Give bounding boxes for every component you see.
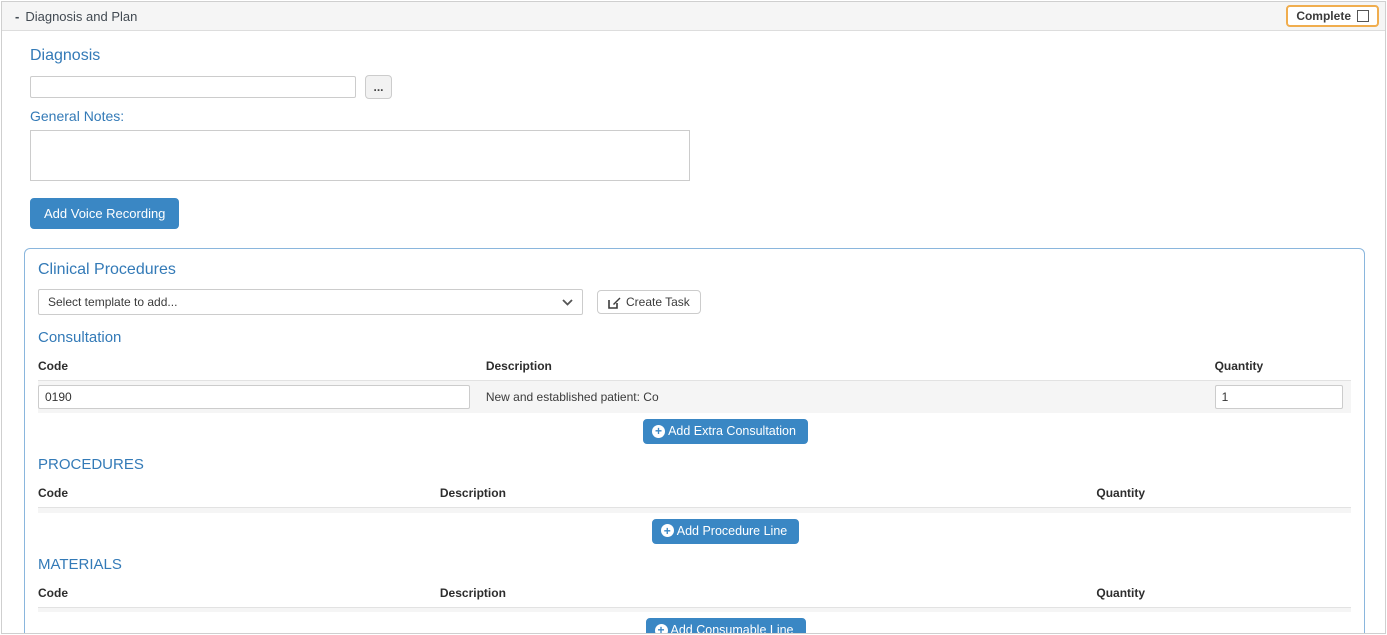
consultation-col-quantity: Quantity [1207, 356, 1351, 381]
diagnosis-lookup-button[interactable]: ... [365, 75, 392, 99]
template-row: Select template to add... Create Task [38, 289, 1351, 315]
materials-col-description: Description [432, 583, 1089, 608]
section-title-wrap[interactable]: - Diagnosis and Plan [15, 9, 137, 24]
complete-checkbox[interactable] [1357, 10, 1369, 22]
consultation-col-code: Code [38, 356, 478, 381]
section-title: Diagnosis and Plan [25, 9, 137, 24]
procedures-col-description: Description [432, 483, 1089, 508]
add-consumable-line-button[interactable]: + Add Consumable Line [646, 618, 806, 634]
create-task-label: Create Task [626, 295, 690, 309]
complete-button[interactable]: Complete [1286, 5, 1379, 27]
add-voice-recording-button[interactable]: Add Voice Recording [30, 198, 179, 229]
diagnosis-and-plan-page: - Diagnosis and Plan Complete Diagnosis … [1, 1, 1386, 634]
materials-col-quantity: Quantity [1088, 583, 1351, 608]
plus-circle-icon: + [661, 524, 674, 537]
plus-circle-icon: + [652, 425, 665, 438]
consultation-code-input[interactable] [38, 385, 470, 409]
add-extra-consultation-row: + Add Extra Consultation [69, 419, 1382, 444]
materials-empty-row [38, 607, 1351, 612]
consultation-header-row: Code Description Quantity [38, 356, 1351, 381]
add-consumable-row: + Add Consumable Line [69, 618, 1382, 634]
procedures-table: Code Description Quantity [38, 483, 1351, 513]
consultation-table: Code Description Quantity New and establ… [38, 356, 1351, 413]
clinical-procedures-heading: Clinical Procedures [38, 261, 1351, 279]
procedures-empty-row [38, 508, 1351, 513]
general-notes-textarea[interactable] [30, 130, 690, 181]
template-select[interactable]: Select template to add... [38, 289, 583, 315]
complete-label: Complete [1296, 9, 1351, 23]
materials-header-row: Code Description Quantity [38, 583, 1351, 608]
consultation-heading: Consultation [38, 329, 1351, 346]
add-consumable-line-label: Add Consumable Line [671, 623, 794, 634]
general-notes-label: General Notes: [30, 108, 1365, 124]
section-content: Diagnosis ... General Notes: Add Voice R… [2, 31, 1385, 634]
procedures-col-code: Code [38, 483, 432, 508]
consultation-col-description: Description [478, 356, 1207, 381]
materials-col-code: Code [38, 583, 432, 608]
diagnosis-input[interactable] [30, 76, 356, 98]
diagnosis-heading: Diagnosis [30, 47, 1365, 65]
procedures-col-quantity: Quantity [1088, 483, 1351, 508]
edit-icon [608, 296, 621, 309]
collapse-minus-icon[interactable]: - [15, 9, 19, 24]
template-select-value: Select template to add... [48, 295, 177, 309]
create-task-button[interactable]: Create Task [597, 290, 701, 314]
ellipsis-icon: ... [373, 80, 383, 94]
add-extra-consultation-label: Add Extra Consultation [668, 424, 796, 438]
materials-heading: MATERIALS [38, 556, 1351, 573]
add-procedure-line-button[interactable]: + Add Procedure Line [652, 519, 800, 544]
section-header-bar: - Diagnosis and Plan Complete [2, 2, 1385, 31]
clinical-procedures-panel: Clinical Procedures Select template to a… [24, 248, 1365, 634]
consultation-quantity-input[interactable] [1215, 385, 1343, 409]
plus-circle-icon: + [655, 624, 668, 635]
add-procedure-line-label: Add Procedure Line [677, 524, 788, 538]
consultation-description: New and established patient: Co [486, 390, 659, 404]
chevron-down-icon [562, 299, 573, 306]
procedures-heading: PROCEDURES [38, 456, 1351, 473]
procedures-header-row: Code Description Quantity [38, 483, 1351, 508]
add-procedure-row: + Add Procedure Line [69, 519, 1382, 544]
diagnosis-row: ... [30, 75, 1365, 99]
consultation-row: New and established patient: Co [38, 381, 1351, 414]
add-extra-consultation-button[interactable]: + Add Extra Consultation [643, 419, 808, 444]
materials-table: Code Description Quantity [38, 583, 1351, 613]
